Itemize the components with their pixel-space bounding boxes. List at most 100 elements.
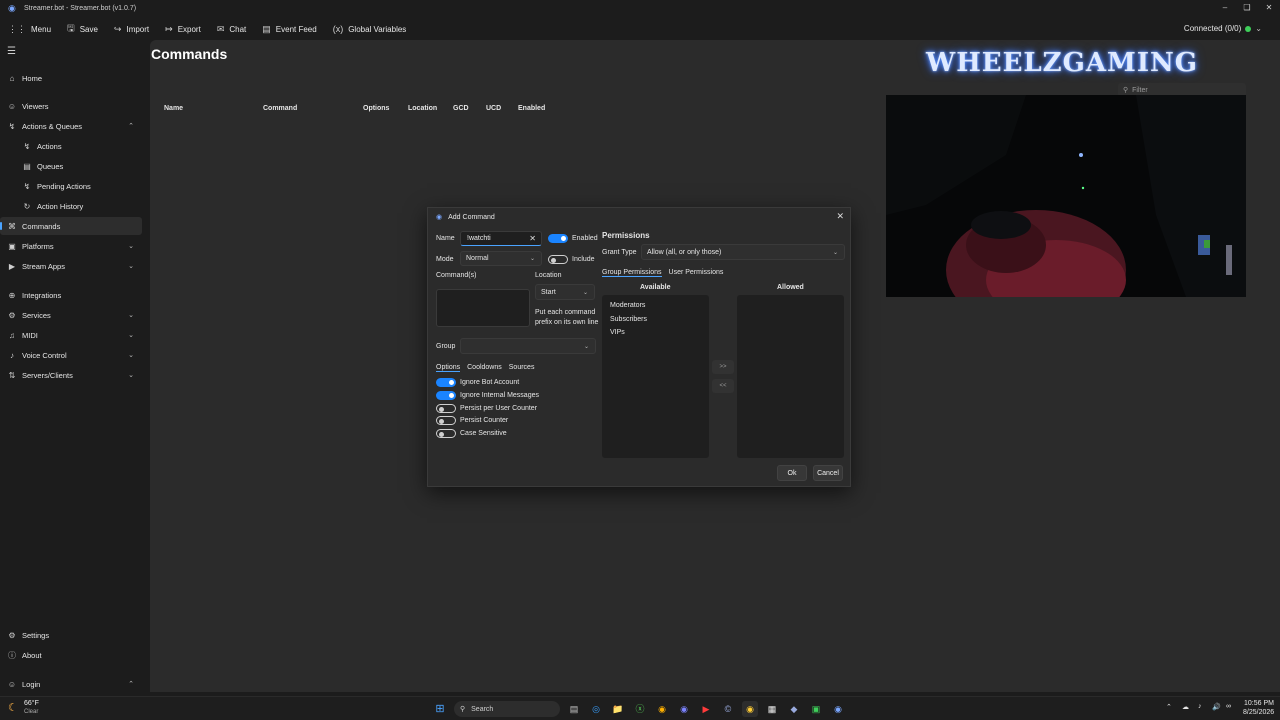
sidebar-item-login[interactable]: ☺ Login ⌃: [0, 675, 142, 693]
chevron-down-icon: ⌄: [1255, 24, 1262, 33]
sidebar-item-actions-queues[interactable]: ↯ Actions & Queues ⌃: [0, 117, 142, 135]
sidebar-item-home[interactable]: ⌂ Home: [0, 69, 142, 87]
location-select[interactable]: Start ⌄: [535, 284, 595, 300]
app-icon[interactable]: ◉: [654, 701, 670, 717]
name-input[interactable]: !watchti ✕: [460, 231, 542, 246]
window-title: Streamer.bot - Streamer.bot (v1.0.7): [24, 4, 137, 12]
edge-icon[interactable]: ◎: [588, 701, 604, 717]
list-item-subscribers[interactable]: Subscribers: [602, 313, 709, 327]
sidebar-item-servers-clients[interactable]: ⇅ Servers/Clients ⌄: [0, 366, 142, 384]
persist-counter-toggle[interactable]: [436, 416, 456, 425]
column-header-name[interactable]: Name: [164, 105, 183, 112]
commands-icon: ⌘: [8, 221, 16, 231]
allowed-list[interactable]: [737, 295, 844, 458]
start-icon[interactable]: ⊞: [432, 701, 448, 717]
save-button[interactable]: 🖫 Save: [67, 21, 98, 37]
task-view-icon[interactable]: ▤: [566, 701, 582, 717]
persist-per-user-counter-toggle[interactable]: [436, 404, 456, 413]
xbox-icon[interactable]: ⓧ: [632, 701, 648, 717]
add-command-dialog: ◉ Add Command ✕ Name !watchti ✕ Enabled …: [427, 207, 851, 487]
sidebar-item-voice-control[interactable]: ♪ Voice Control ⌄: [0, 346, 142, 364]
sidebar-item-settings[interactable]: ⚙ Settings: [0, 626, 142, 644]
minimize-icon[interactable]: –: [1214, 0, 1236, 16]
streamerbot-icon[interactable]: ◉: [830, 701, 846, 717]
column-header-ucd[interactable]: UCD: [486, 105, 501, 112]
chevron-down-icon: ⌄: [583, 343, 589, 350]
export-icon: ↦: [165, 23, 173, 34]
sidebar-item-about[interactable]: ⓘ About: [0, 646, 142, 664]
global-variables-button[interactable]: (x) Global Variables: [333, 24, 407, 34]
group-select[interactable]: ⌄: [460, 338, 596, 354]
cloud-icon[interactable]: ☁: [1182, 703, 1189, 711]
tab-cooldowns[interactable]: Cooldowns: [467, 364, 502, 372]
sidebar-item-queues[interactable]: ▤ Queues: [0, 157, 142, 175]
weather-temp[interactable]: 66°F: [24, 700, 39, 707]
sidebar-item-integrations[interactable]: ⊕ Integrations: [0, 286, 142, 304]
list-item-moderators[interactable]: Moderators: [602, 299, 709, 313]
column-header-options[interactable]: Options: [363, 105, 389, 112]
volume-icon[interactable]: 🔊: [1212, 703, 1221, 711]
case-sensitive-toggle[interactable]: [436, 429, 456, 438]
available-list[interactable]: Moderators Subscribers VIPs: [602, 295, 709, 458]
app-icon[interactable]: ▣: [808, 701, 824, 717]
tab-group-permissions[interactable]: Group Permissions: [602, 269, 662, 277]
lightning-icon: ↯: [23, 141, 31, 151]
menu-button[interactable]: ⋮⋮ Menu: [8, 24, 51, 35]
app-icon[interactable]: ◆: [786, 701, 802, 717]
microphone-icon[interactable]: ♪: [1198, 703, 1202, 710]
chat-button[interactable]: ✉ Chat: [217, 24, 246, 35]
grant-type-label: Grant Type: [602, 249, 637, 256]
clock-time[interactable]: 10:56 PM: [1244, 700, 1274, 707]
ok-button[interactable]: Ok: [777, 465, 807, 481]
column-header-command[interactable]: Command: [263, 105, 297, 112]
sidebar-item-actions[interactable]: ↯ Actions: [0, 137, 142, 155]
clock-date[interactable]: 8/25/2026: [1243, 709, 1274, 716]
sidebar-item-platforms[interactable]: ▣ Platforms ⌄: [0, 237, 142, 255]
list-item-vips[interactable]: VIPs: [602, 326, 709, 340]
grant-type-select[interactable]: Allow (all, or only those) ⌄: [641, 244, 845, 260]
commands-textarea[interactable]: [436, 289, 530, 327]
tab-user-permissions[interactable]: User Permissions: [669, 269, 724, 277]
sidebar-item-viewers[interactable]: ☺ Viewers: [0, 97, 142, 115]
chrome-icon[interactable]: ◉: [742, 701, 758, 717]
taskbar-search[interactable]: ⚲ Search: [454, 701, 560, 717]
file-explorer-icon[interactable]: 📁: [610, 701, 626, 717]
youtube-icon[interactable]: ▶: [698, 701, 714, 717]
sidebar-item-midi[interactable]: ♫ MIDI ⌄: [0, 326, 142, 344]
maximize-icon[interactable]: ❑: [1236, 0, 1258, 16]
tab-options[interactable]: Options: [436, 364, 461, 372]
import-button[interactable]: ↪ Import: [114, 24, 149, 35]
sidebar-item-services[interactable]: ⚙ Services ⌄: [0, 306, 142, 324]
close-icon[interactable]: ✕: [836, 211, 844, 222]
wifi-icon[interactable]: ∞: [1226, 703, 1231, 710]
discord-icon[interactable]: ◉: [676, 701, 692, 717]
event-feed-button[interactable]: ▤ Event Feed: [262, 24, 316, 35]
tab-sources[interactable]: Sources: [509, 364, 535, 372]
connection-status[interactable]: Connected (0/0) ⌄: [1184, 24, 1262, 33]
app-icon[interactable]: ©: [720, 701, 736, 717]
chevron-down-icon: ⌄: [832, 249, 838, 256]
login-icon: ☺: [7, 679, 17, 689]
sidebar-item-pending-actions[interactable]: ↯ Pending Actions: [0, 177, 142, 195]
column-header-location[interactable]: Location: [408, 105, 437, 112]
ignore-internal-messages-toggle[interactable]: [436, 391, 456, 400]
mode-select[interactable]: Normal ⌄: [460, 251, 542, 266]
hamburger-icon[interactable]: ☰: [7, 46, 16, 57]
remove-permission-button[interactable]: <<: [712, 379, 734, 393]
sidebar-item-commands[interactable]: ⌘ Commands: [0, 217, 142, 235]
sidebar-item-stream-apps[interactable]: ▶ Stream Apps ⌄: [0, 257, 142, 275]
app-icon[interactable]: ▦: [764, 701, 780, 717]
add-permission-button[interactable]: >>: [712, 360, 734, 374]
window-titlebar: ◉ Streamer.bot - Streamer.bot (v1.0.7): [0, 0, 1280, 16]
enabled-toggle[interactable]: [548, 234, 568, 243]
cancel-button[interactable]: Cancel: [813, 465, 843, 481]
column-header-enabled[interactable]: Enabled: [518, 105, 545, 112]
close-icon[interactable]: ✕: [1258, 0, 1280, 16]
export-button[interactable]: ↦ Export: [165, 24, 201, 35]
sidebar-item-action-history[interactable]: ↻ Action History: [0, 197, 142, 215]
ignore-bot-account-toggle[interactable]: [436, 378, 456, 387]
include-toggle[interactable]: [548, 255, 568, 264]
column-header-gcd[interactable]: GCD: [453, 105, 469, 112]
chevron-up-icon[interactable]: ⌃: [1166, 703, 1172, 711]
clear-icon[interactable]: ✕: [529, 234, 536, 243]
